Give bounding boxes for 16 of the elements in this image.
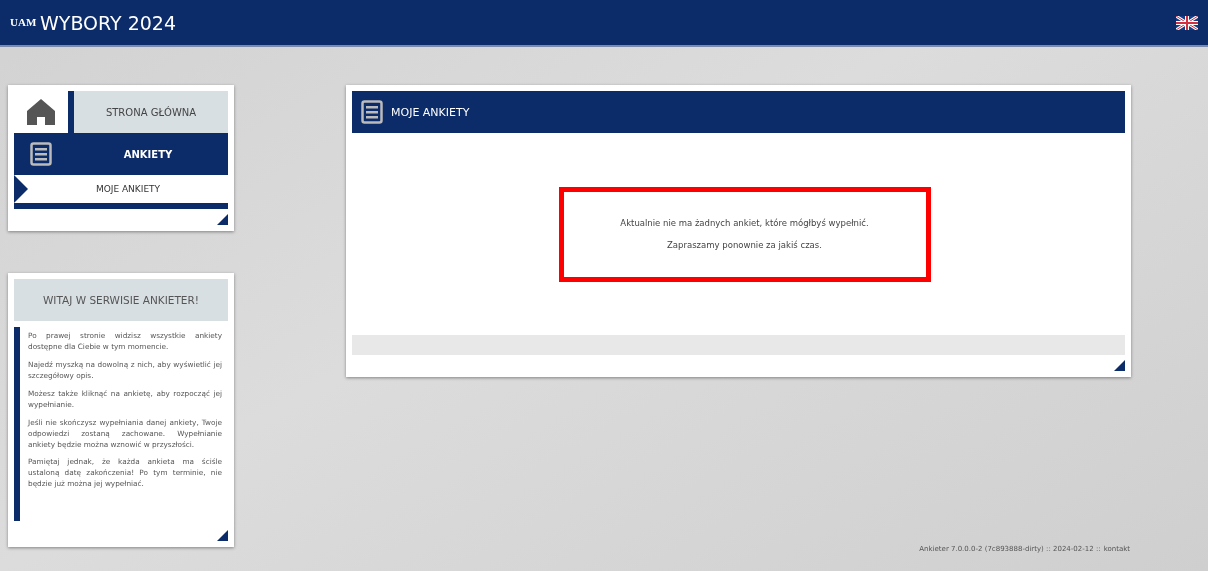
resize-corner-icon[interactable] <box>1114 360 1125 371</box>
nav-item[interactable]: STRONA GŁÓWNA <box>74 91 228 133</box>
nav-subitem[interactable]: MOJE ANKIETY <box>14 175 228 209</box>
resize-corner-icon[interactable] <box>217 530 228 542</box>
uk-flag-icon[interactable] <box>1176 15 1198 30</box>
list-icon <box>361 100 383 124</box>
nav-item[interactable]: ANKIETY <box>14 133 228 175</box>
resize-corner-icon[interactable] <box>217 214 228 225</box>
home-icon <box>27 99 55 125</box>
info-message: Zapraszamy ponownie za jakiś czas. <box>667 240 822 250</box>
info-message: Aktualnie nie ma żadnych ankiet, które mógłbyś wypełnić. <box>620 218 869 228</box>
welcome-title: WITAJ W SERWISIE ANKIETER! <box>14 279 228 321</box>
panel-title: MOJE ANKIETY <box>391 105 470 119</box>
chevron-icon <box>14 175 28 203</box>
list-icon <box>30 142 52 166</box>
app-title: WYBORY 2024 <box>40 11 178 34</box>
